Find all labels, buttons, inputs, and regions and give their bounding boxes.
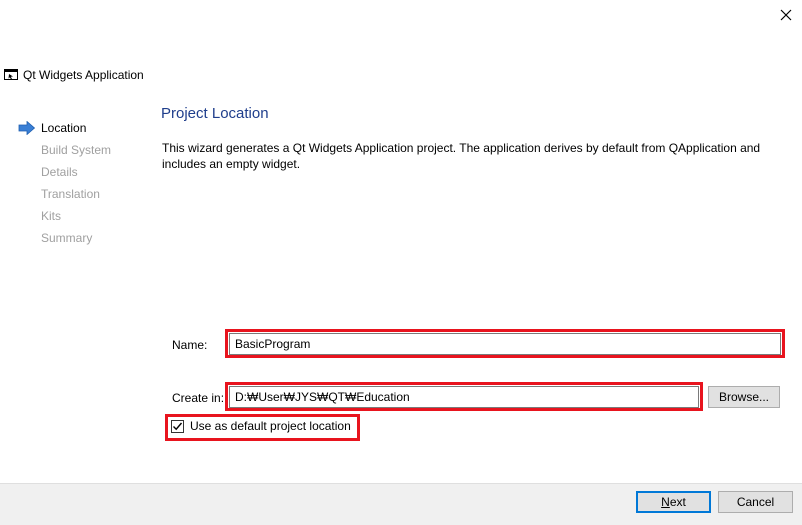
wizard-header: Qt Widgets Application	[4, 67, 144, 83]
step-translation: Translation	[18, 186, 111, 208]
step-label: Translation	[41, 187, 100, 201]
step-kits: Kits	[18, 208, 111, 230]
step-details: Details	[18, 164, 111, 186]
step-build-system: Build System	[18, 142, 111, 164]
application-icon	[4, 69, 18, 81]
current-step-arrow-icon	[18, 120, 36, 136]
step-label: Summary	[41, 231, 93, 245]
close-button[interactable]	[771, 2, 801, 28]
step-summary: Summary	[18, 230, 111, 252]
default-location-checkbox-row[interactable]: Use as default project location	[171, 418, 351, 434]
close-icon	[780, 9, 792, 21]
default-location-label: Use as default project location	[190, 419, 351, 433]
step-label: Location	[41, 121, 87, 135]
step-label: Kits	[41, 209, 62, 223]
next-label-rest: ext	[669, 495, 686, 509]
step-label: Build System	[41, 143, 112, 157]
create-in-input[interactable]: D:₩User₩JYS₩QT₩Education	[229, 386, 699, 408]
cancel-button[interactable]: Cancel	[718, 491, 793, 513]
next-button[interactable]: Next	[636, 491, 711, 513]
app-title: Qt Widgets Application	[23, 68, 144, 82]
name-label: Name:	[172, 338, 208, 352]
page-title: Project Location	[161, 105, 269, 122]
wizard-steps: Location Build System Details Translatio…	[18, 120, 111, 252]
default-location-checkbox[interactable]	[171, 419, 184, 433]
checkmark-icon	[173, 422, 183, 430]
name-input[interactable]: BasicProgram	[229, 333, 781, 355]
page-description: This wizard generates a Qt Widgets Appli…	[162, 141, 761, 171]
create-in-label: Create in:	[172, 391, 225, 405]
browse-button[interactable]: Browse...	[708, 386, 780, 408]
step-label: Details	[41, 165, 78, 179]
step-location: Location	[18, 120, 111, 142]
next-mnemonic: N	[661, 495, 670, 509]
